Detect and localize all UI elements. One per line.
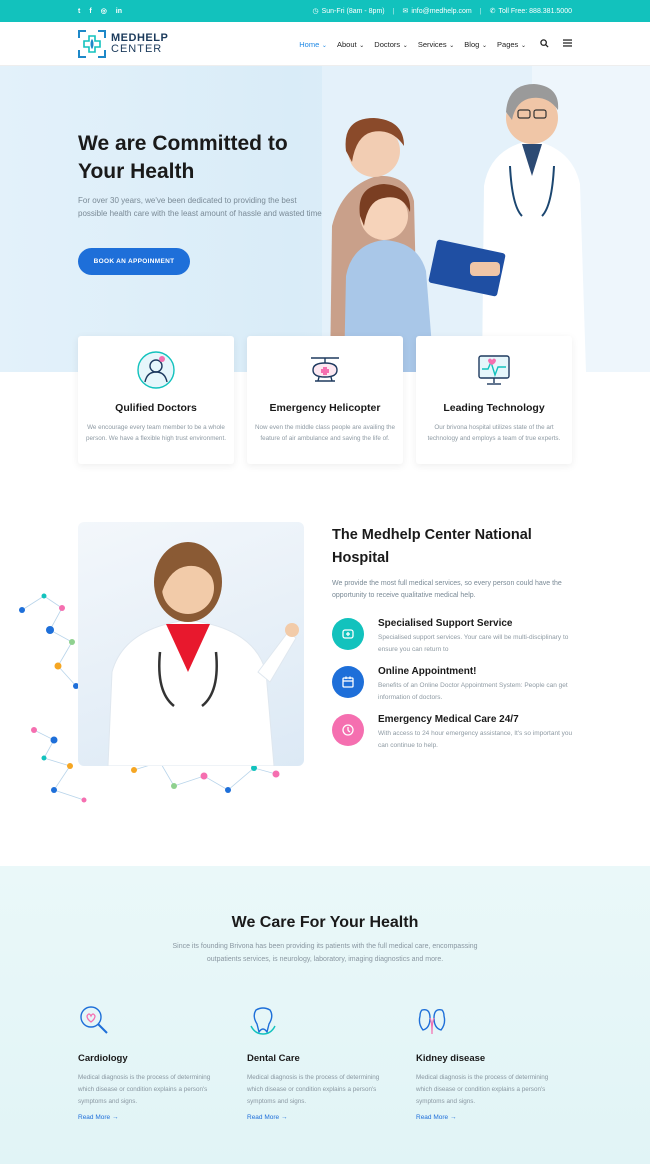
site-header: MEDHELP CENTER Home ⌄ About ⌄ Doctors ⌄ … xyxy=(0,22,650,66)
hours-info: ◷ Sun-Fri (8am - 8pm) xyxy=(312,7,384,15)
hero-text: For over 30 years, we've been dedicated … xyxy=(78,196,324,218)
nav-item-label: Services xyxy=(417,39,447,49)
care-text: Since its founding Brivona has been prov… xyxy=(172,943,478,963)
doctor-family-image xyxy=(322,66,650,372)
social-links: t f ◎ in xyxy=(78,0,122,22)
phone-info[interactable]: ✆ Toll Free: 888.381.5000 xyxy=(490,7,572,15)
feature-text: Now even the middle class people are ava… xyxy=(255,424,396,442)
twitter-icon[interactable]: t xyxy=(78,8,80,15)
tooth-icon xyxy=(250,1007,276,1035)
hero-title: We are Committed to Your Health xyxy=(78,132,288,183)
feature-text: Our brivona hospital utilizes state of t… xyxy=(427,424,561,442)
service-item: Online Appointment! Benefits of an Onlin… xyxy=(332,666,582,706)
nav-item-services[interactable]: Services ⌄ xyxy=(418,40,454,49)
top-bar: t f ◎ in ◷ Sun-Fri (8am - 8pm) | ✉ info@me… xyxy=(0,0,650,22)
read-more-link[interactable]: Read More → xyxy=(247,1114,407,1121)
care-item-text: Medical diagnosis is the process of dete… xyxy=(416,1074,549,1105)
linkedin-icon[interactable]: in xyxy=(116,8,122,15)
care-title: We Care For Your Health xyxy=(231,914,419,931)
care-item-text: Medical diagnosis is the process of dete… xyxy=(78,1074,211,1105)
hours-text: Sun-Fri (8am - 8pm) xyxy=(321,8,385,15)
care-item-title: Kidney disease xyxy=(416,1053,486,1064)
divider: | xyxy=(392,7,395,15)
clock-icon: ◷ xyxy=(312,8,319,15)
phone-text: Toll Free: 888.381.5000 xyxy=(498,8,572,15)
instagram-icon[interactable]: ◎ xyxy=(101,7,107,15)
support-icon xyxy=(332,618,364,650)
nav-item-label: About xyxy=(336,39,357,49)
doctor-icon xyxy=(137,351,175,389)
chevron-down-icon: ⌄ xyxy=(357,42,365,49)
care-item-text: Medical diagnosis is the process of dete… xyxy=(247,1074,380,1105)
feature-text: We encourage every team member to be a w… xyxy=(86,424,226,442)
helicopter-icon xyxy=(311,357,339,382)
logo-cross-icon xyxy=(78,30,106,58)
nav-item-home[interactable]: Home ⌄ xyxy=(299,40,327,49)
service-text: Specialised support services. Your care … xyxy=(378,634,569,653)
nav-item-doctors[interactable]: Doctors ⌄ xyxy=(374,40,408,49)
book-appointment-button[interactable]: BOOK AN APPOINMENT xyxy=(78,248,190,275)
nav-item-label: Home xyxy=(299,39,320,49)
feature-title: Qulified Doctors xyxy=(115,402,197,414)
read-more-link[interactable]: Read More → xyxy=(78,1114,238,1121)
chevron-down-icon: ⌄ xyxy=(480,42,488,49)
care-item: Kidney disease Medical diagnosis is the … xyxy=(416,1004,576,1121)
phone-icon: ✆ xyxy=(489,8,496,15)
about-text: We provide the most full medical service… xyxy=(332,580,562,599)
nav-item-blog[interactable]: Blog ⌄ xyxy=(464,40,487,49)
nav-item-label: Blog xyxy=(464,39,480,49)
care-item: Dental Care Medical diagnosis is the pro… xyxy=(247,1004,407,1121)
chevron-down-icon: ⌄ xyxy=(320,42,327,49)
care-item-title: Dental Care xyxy=(247,1053,300,1064)
logo-text: MEDHELP CENTER xyxy=(111,33,168,55)
chevron-down-icon: ⌄ xyxy=(447,42,455,49)
about-image xyxy=(78,522,304,766)
hero-section: We are Committed to Your Health For over… xyxy=(0,66,650,372)
main-nav: Home ⌄ About ⌄ Doctors ⌄ Services ⌄ Blog… xyxy=(299,22,572,66)
nav-item-about[interactable]: About ⌄ xyxy=(337,40,364,49)
feature-cards: Qulified Doctors We encourage every team… xyxy=(78,336,572,464)
contact-info: ◷ Sun-Fri (8am - 8pm) | ✉ info@medhelp.com… xyxy=(312,0,572,22)
monitor-icon xyxy=(478,355,510,385)
cardiology-icon xyxy=(80,1006,108,1034)
mail-icon: ✉ xyxy=(402,8,409,15)
care-section: We Care For Your Health Since its foundi… xyxy=(0,866,650,1164)
nav-item-label: Doctors xyxy=(374,39,401,49)
facebook-icon[interactable]: f xyxy=(89,8,91,15)
feature-card: Qulified Doctors We encourage every team… xyxy=(78,336,234,464)
menu-icon[interactable] xyxy=(563,39,572,49)
divider: | xyxy=(479,7,482,15)
read-more-link[interactable]: Read More → xyxy=(416,1114,576,1121)
nav-item-pages[interactable]: Pages ⌄ xyxy=(497,40,526,49)
service-title: Emergency Medical Care 24/7 xyxy=(378,714,519,725)
service-text: Benefits of an Online Doctor Appointment… xyxy=(378,682,568,701)
feature-card: Emergency Helicopter Now even the middle… xyxy=(247,336,403,464)
service-title: Online Appointment! xyxy=(378,666,477,677)
feature-card: Leading Technology Our brivona hospital … xyxy=(416,336,572,464)
care-item: Cardiology Medical diagnosis is the proc… xyxy=(78,1004,238,1121)
email-text: info@medhelp.com xyxy=(411,8,472,15)
service-item: Specialised Support Service Specialised … xyxy=(332,618,582,658)
emergency-icon xyxy=(332,714,364,746)
chevron-down-icon: ⌄ xyxy=(401,42,408,49)
service-item: Emergency Medical Care 24/7 With access … xyxy=(332,714,582,754)
feature-title: Leading Technology xyxy=(443,402,545,414)
kidney-icon xyxy=(418,1008,446,1035)
appointment-icon xyxy=(332,666,364,698)
chevron-down-icon: ⌄ xyxy=(519,42,526,49)
email-info[interactable]: ✉ info@medhelp.com xyxy=(402,7,471,15)
about-title: The Medhelp Center National Hospital xyxy=(332,527,532,566)
logo-line-2: CENTER xyxy=(111,43,163,55)
search-icon[interactable] xyxy=(540,38,549,50)
service-title: Specialised Support Service xyxy=(378,618,513,629)
service-text: With access to 24 hour emergency assista… xyxy=(378,730,573,749)
feature-title: Emergency Helicopter xyxy=(269,402,381,414)
care-item-title: Cardiology xyxy=(78,1053,128,1064)
logo[interactable]: MEDHELP CENTER xyxy=(78,30,168,58)
nav-item-label: Pages xyxy=(497,39,519,49)
